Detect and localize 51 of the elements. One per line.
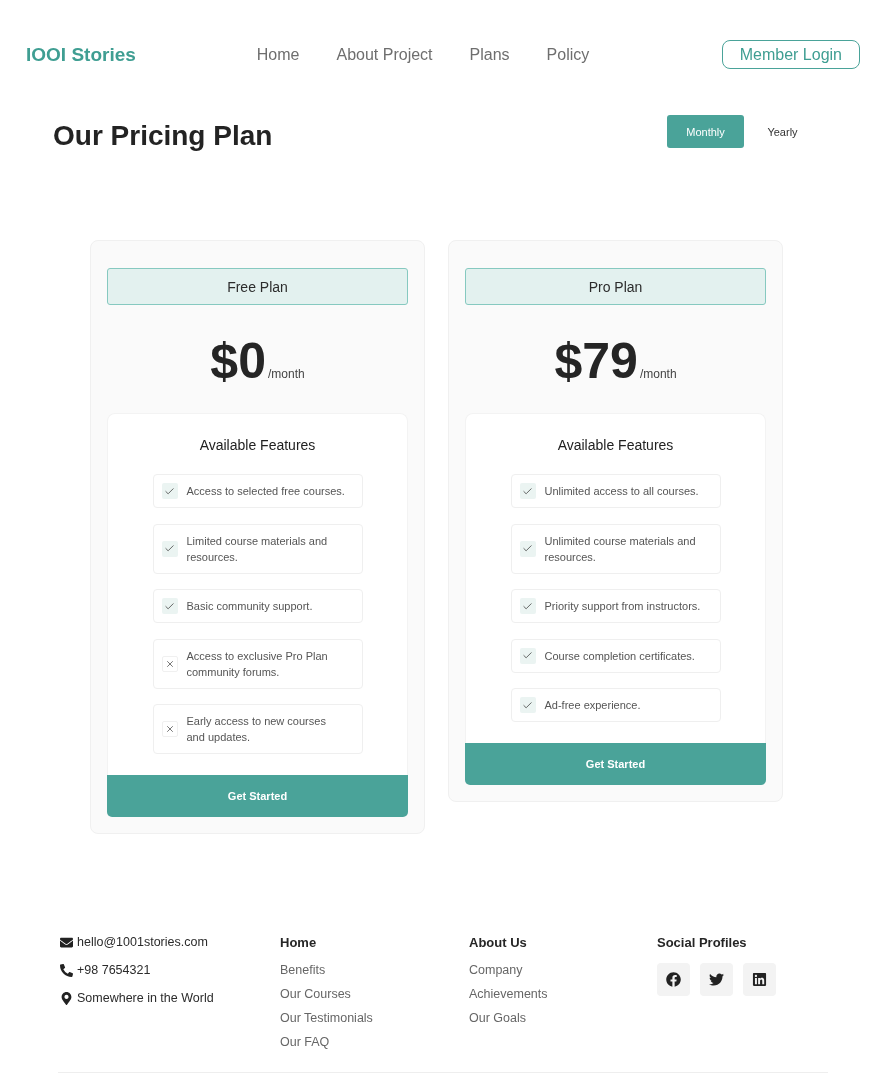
feature-text: Ad-free experience. bbox=[544, 698, 641, 713]
footer-link[interactable]: Company bbox=[469, 962, 523, 978]
footer-link[interactable]: Our Goals bbox=[469, 1010, 526, 1026]
logo[interactable]: IOOI Stories bbox=[26, 40, 136, 69]
footer-link[interactable]: Benefits bbox=[280, 962, 326, 978]
social-link-button[interactable] bbox=[657, 963, 690, 996]
member-login-button[interactable]: Member Login bbox=[721, 40, 860, 69]
feature-text: Unlimited course materials and resources. bbox=[544, 533, 697, 565]
features-title: Available Features bbox=[199, 437, 316, 453]
features-title: Available Features bbox=[557, 437, 674, 453]
feature-text: Course completion certificates. bbox=[544, 648, 695, 664]
email-address: hello@1001stories.com bbox=[77, 934, 208, 950]
feature-text: Unlimited access to all courses. bbox=[544, 484, 699, 499]
map-pin-icon bbox=[60, 991, 73, 1005]
footer-heading: Social Profiles bbox=[657, 935, 747, 951]
get-started-button[interactable]: Get Started bbox=[465, 743, 766, 785]
footer-heading: About Us bbox=[469, 935, 527, 951]
facebook-icon bbox=[666, 972, 681, 987]
address-text: Somewhere in the World bbox=[77, 990, 214, 1006]
feature-text: Access to exclusive Pro Plan community forums. bbox=[186, 648, 329, 680]
plan-price: $0 bbox=[210, 336, 266, 386]
linkedin-icon bbox=[752, 972, 767, 987]
footer-link[interactable]: Our Courses bbox=[280, 986, 351, 1002]
feature-text: Access to selected free courses. bbox=[186, 484, 345, 499]
footer-heading: Home bbox=[280, 935, 317, 951]
plan-name: Pro Plan bbox=[465, 268, 766, 305]
social-link-button[interactable] bbox=[700, 963, 733, 996]
page-title: Our Pricing Plan bbox=[53, 120, 273, 152]
nav-link[interactable]: Policy bbox=[546, 44, 590, 65]
feature-text: Priority support from instructors. bbox=[544, 599, 701, 614]
twitter-icon bbox=[709, 972, 724, 987]
feature-text: Limited course materials and resources. bbox=[186, 533, 329, 565]
billing-toggle-option[interactable]: Yearly bbox=[744, 115, 821, 148]
billing-toggle-option[interactable]: Monthly bbox=[667, 115, 744, 148]
nav-link[interactable]: Plans bbox=[469, 44, 510, 65]
feature-text: Early access to new courses and updates. bbox=[186, 714, 327, 745]
phone-number: +98 7654321 bbox=[77, 962, 151, 978]
plan-name: Free Plan bbox=[107, 268, 408, 305]
plan-price: $79 bbox=[554, 336, 638, 386]
social-link-button[interactable] bbox=[743, 963, 776, 996]
footer-link[interactable]: Our Testimonials bbox=[280, 1010, 373, 1026]
price-period: /month bbox=[639, 367, 677, 381]
nav-link[interactable]: About Project bbox=[336, 44, 433, 65]
get-started-button[interactable]: Get Started bbox=[107, 775, 408, 817]
footer-link[interactable]: Achievements bbox=[469, 986, 548, 1002]
footer-link[interactable]: Our FAQ bbox=[280, 1034, 330, 1050]
price-period: /month bbox=[267, 367, 305, 381]
feature-text: Basic community support. bbox=[186, 599, 313, 614]
phone-icon bbox=[60, 963, 73, 977]
nav-link[interactable]: Home bbox=[256, 44, 300, 65]
mail-icon bbox=[60, 935, 73, 949]
